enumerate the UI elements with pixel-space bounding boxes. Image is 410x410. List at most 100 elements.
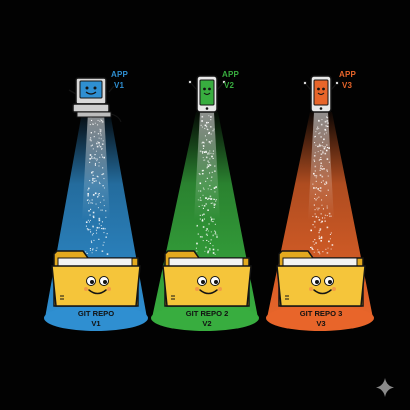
sparkle-icon <box>376 378 394 397</box>
particle <box>210 180 212 182</box>
particle <box>208 197 210 199</box>
particle <box>321 204 323 206</box>
particle <box>94 192 97 195</box>
particle <box>313 204 315 206</box>
illustration-canvas: GIT REPO V1 APP V1 GIT REPO 2 V2 APP V2 … <box>44 70 394 397</box>
particle <box>203 213 205 216</box>
particle <box>317 251 320 253</box>
particle <box>321 236 323 238</box>
particle <box>322 141 324 143</box>
particle <box>320 165 322 167</box>
particle <box>210 133 212 135</box>
particle <box>101 209 103 211</box>
particle <box>201 204 203 206</box>
particle <box>94 178 96 180</box>
particle <box>326 125 328 127</box>
particle <box>199 236 202 238</box>
particle <box>98 227 100 229</box>
particle <box>207 129 209 131</box>
particle <box>206 126 208 128</box>
particle <box>318 120 320 122</box>
particle <box>92 225 94 228</box>
particle <box>207 209 209 211</box>
particle <box>202 157 204 159</box>
particle <box>326 158 329 160</box>
particle <box>103 241 105 243</box>
particle <box>314 136 316 138</box>
particle <box>318 216 320 218</box>
particle <box>321 217 323 219</box>
particle <box>101 221 103 223</box>
column-2: GIT REPO 2 V2 APP V2 <box>151 70 259 331</box>
particle <box>204 159 206 161</box>
particle <box>203 218 205 220</box>
particle <box>215 199 217 201</box>
particle <box>105 216 107 218</box>
particle <box>95 158 97 160</box>
particle <box>88 210 90 212</box>
particle <box>213 206 215 208</box>
particle <box>315 144 317 146</box>
particle <box>327 189 329 191</box>
particle <box>330 215 332 217</box>
column-3: GIT REPO 3 V3 APP V3 <box>266 70 374 331</box>
particle <box>86 252 88 254</box>
particle <box>103 232 105 234</box>
particle <box>92 171 94 173</box>
particle <box>206 139 208 141</box>
particle <box>326 116 328 118</box>
particle <box>312 183 314 185</box>
particle <box>98 181 100 183</box>
particle <box>95 250 97 252</box>
particle <box>89 248 91 250</box>
particle <box>318 237 321 240</box>
particle <box>199 218 201 220</box>
particle <box>203 141 205 143</box>
particle <box>208 240 210 242</box>
smartphone-icon-3 <box>302 75 340 113</box>
particle <box>91 199 93 201</box>
particle <box>323 147 326 150</box>
particle <box>89 249 91 251</box>
particle <box>326 170 328 172</box>
particle <box>212 234 214 237</box>
particle <box>91 156 93 158</box>
particle <box>214 233 217 235</box>
particle <box>90 208 92 210</box>
particle <box>90 137 92 139</box>
particle <box>322 151 324 153</box>
particle <box>207 122 209 124</box>
particle <box>94 164 96 166</box>
particle <box>312 224 314 226</box>
particle <box>199 197 201 199</box>
particle <box>310 246 312 248</box>
particle <box>203 205 206 207</box>
particle <box>313 251 315 253</box>
particle <box>206 228 208 230</box>
particle <box>101 154 103 156</box>
particle <box>213 218 215 220</box>
particle <box>314 152 316 154</box>
particle <box>210 216 212 218</box>
particle <box>209 195 212 198</box>
particle <box>209 185 211 187</box>
particle <box>97 119 99 121</box>
particle <box>197 199 199 201</box>
particle <box>328 212 331 215</box>
particle <box>326 147 328 149</box>
particle <box>321 145 323 147</box>
repo-label-1-line1: GIT REPO <box>78 309 114 318</box>
particle <box>209 249 211 251</box>
particle <box>315 199 317 201</box>
particle <box>205 180 207 182</box>
particle <box>319 174 322 176</box>
particle <box>202 218 204 220</box>
particle <box>321 199 323 201</box>
particle <box>318 190 320 192</box>
particle <box>99 183 101 185</box>
particle <box>92 233 94 235</box>
particle <box>99 201 101 203</box>
particle <box>311 247 313 250</box>
particle <box>92 123 94 125</box>
particle <box>201 236 203 238</box>
